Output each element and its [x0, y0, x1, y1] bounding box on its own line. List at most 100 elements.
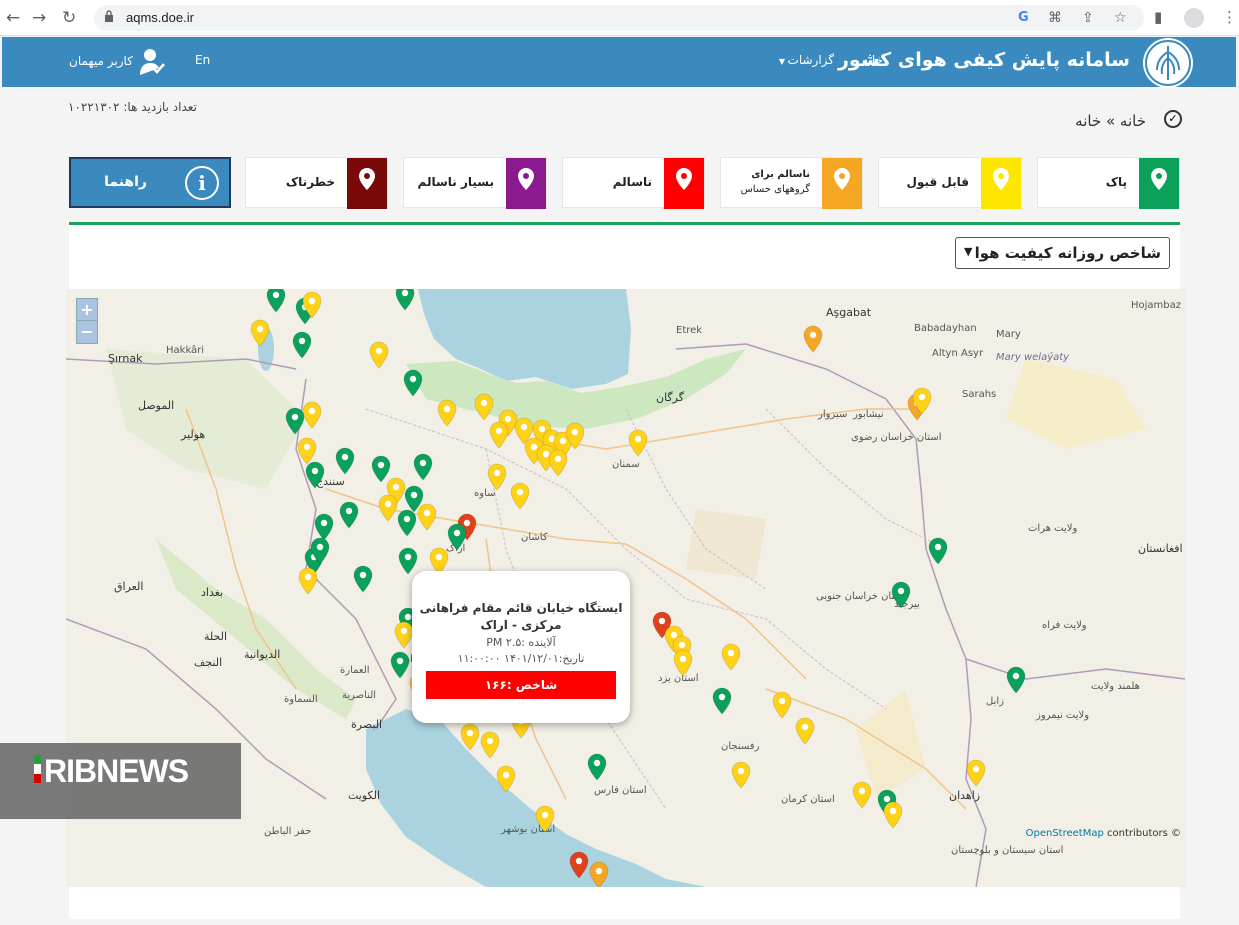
map-label: Mary welaýaty: [996, 352, 1070, 363]
station-marker[interactable]: [310, 537, 330, 565]
station-marker[interactable]: [569, 851, 589, 879]
station-marker[interactable]: [548, 449, 568, 477]
station-marker[interactable]: [292, 331, 312, 359]
station-marker[interactable]: [510, 482, 530, 510]
browser-toolbar: ← → ↻ aqms.doe.ir G ⌘ ⇪ ☆ ▮ ⋮: [0, 0, 1239, 36]
station-marker[interactable]: [339, 501, 359, 529]
check-circle-icon: ✓: [1164, 110, 1182, 128]
station-marker[interactable]: [628, 429, 648, 457]
station-marker[interactable]: [395, 289, 415, 311]
arrow-right-icon[interactable]: →: [32, 8, 46, 28]
station-marker[interactable]: [353, 565, 373, 593]
chevron-down-icon: ▼: [964, 245, 973, 258]
station-marker[interactable]: [250, 319, 270, 347]
kebab-menu-icon[interactable]: ⋮: [1222, 8, 1237, 26]
caret-down-icon: ▼: [778, 57, 788, 66]
station-marker[interactable]: [394, 621, 414, 649]
station-marker[interactable]: [795, 717, 815, 745]
share-icon[interactable]: ⇪: [1082, 10, 1094, 26]
address-bar[interactable]: aqms.doe.ir G ⌘ ⇪ ☆: [94, 5, 1144, 31]
map-label: Altyn Asyr: [932, 348, 984, 359]
help-label: راهنما: [104, 174, 147, 190]
map-label: ولایت نیمروز: [1036, 710, 1090, 721]
station-marker[interactable]: [369, 341, 389, 369]
station-marker[interactable]: [928, 537, 948, 565]
map-attribution: OpenStreetMap contributors ©: [1026, 828, 1181, 839]
station-marker[interactable]: [565, 422, 585, 450]
map-label: ولایت هرات: [1028, 523, 1078, 534]
station-marker[interactable]: [397, 509, 417, 537]
legend-label: قابل قبول: [906, 175, 969, 189]
station-marker[interactable]: [474, 393, 494, 421]
map-label: النجف: [194, 656, 223, 669]
osm-link[interactable]: OpenStreetMap: [1026, 828, 1104, 839]
help-button[interactable]: i راهنما: [69, 157, 231, 208]
profile-avatar[interactable]: [1184, 8, 1204, 28]
star-icon[interactable]: ☆: [1114, 10, 1127, 26]
station-marker[interactable]: [587, 753, 607, 781]
station-marker[interactable]: [302, 401, 322, 429]
station-marker[interactable]: [298, 567, 318, 595]
map-pin-icon: [518, 168, 534, 190]
station-marker[interactable]: [437, 399, 457, 427]
station-marker[interactable]: [712, 687, 732, 715]
station-marker[interactable]: [772, 691, 792, 719]
station-marker[interactable]: [285, 407, 305, 435]
station-marker[interactable]: [852, 781, 872, 809]
map-label: Etrek: [676, 325, 703, 336]
doe-logo[interactable]: [1143, 38, 1193, 88]
station-marker[interactable]: [1006, 666, 1026, 694]
map-label: استان فارس: [594, 785, 647, 796]
visit-counter: تعداد بازدید ها: ۱۰۲۲۱۳۰۲: [68, 100, 197, 114]
station-marker[interactable]: [335, 447, 355, 475]
zoom-in-button[interactable]: +: [77, 299, 97, 321]
station-marker[interactable]: [489, 421, 509, 449]
station-marker[interactable]: [496, 765, 516, 793]
index-select[interactable]: شاخص روزانه کیفیت هوا ▼: [955, 237, 1170, 269]
legend-swatch: [506, 158, 546, 209]
station-marker[interactable]: [460, 723, 480, 751]
sidebar-icon[interactable]: ▮: [1154, 8, 1162, 26]
station-marker[interactable]: [302, 291, 322, 319]
nav-reports-dropdown[interactable]: گزارشات ▼: [779, 53, 834, 67]
station-marker[interactable]: [803, 325, 823, 353]
station-marker[interactable]: [535, 805, 555, 833]
station-marker[interactable]: [480, 731, 500, 759]
station-marker[interactable]: [417, 503, 437, 531]
ribnews-watermark: RIBNEWS: [0, 743, 241, 819]
legend-label: ناسالم برای گروههای حساس: [741, 167, 810, 197]
legend-swatch: [981, 158, 1021, 209]
station-marker[interactable]: [390, 651, 410, 679]
station-marker[interactable]: [487, 463, 507, 491]
map-label: کاشان: [521, 532, 548, 543]
guest-user-link[interactable]: کاربر میهمان: [69, 54, 133, 68]
station-marker[interactable]: [447, 523, 467, 551]
station-marker[interactable]: [721, 643, 741, 671]
station-marker[interactable]: [589, 861, 609, 887]
station-marker[interactable]: [883, 801, 903, 829]
map-label: افغانستان: [1138, 542, 1183, 555]
station-marker[interactable]: [266, 289, 286, 313]
station-marker[interactable]: [398, 547, 418, 575]
legend-very-unhealthy: بسیار ناسالم: [403, 157, 547, 209]
nav-home-link[interactable]: خانه: [862, 53, 883, 67]
map-pin-icon: [834, 168, 850, 190]
translate-icon[interactable]: ⌘: [1048, 10, 1062, 26]
station-marker[interactable]: [378, 494, 398, 522]
station-marker[interactable]: [305, 461, 325, 489]
zoom-out-button[interactable]: −: [77, 321, 97, 343]
station-marker[interactable]: [731, 761, 751, 789]
url-text: aqms.doe.ir: [126, 10, 194, 25]
station-marker[interactable]: [403, 369, 423, 397]
station-marker[interactable]: [966, 759, 986, 787]
reload-icon[interactable]: ↻: [62, 8, 76, 28]
google-icon[interactable]: G: [1018, 10, 1029, 25]
station-marker[interactable]: [673, 649, 693, 677]
language-switch[interactable]: En: [195, 53, 210, 67]
station-marker[interactable]: [413, 453, 433, 481]
station-marker[interactable]: [891, 581, 911, 609]
station-marker[interactable]: [912, 387, 932, 415]
lock-icon: [105, 10, 113, 22]
map-label: سمنان: [612, 459, 640, 470]
arrow-left-icon[interactable]: ←: [6, 8, 20, 28]
